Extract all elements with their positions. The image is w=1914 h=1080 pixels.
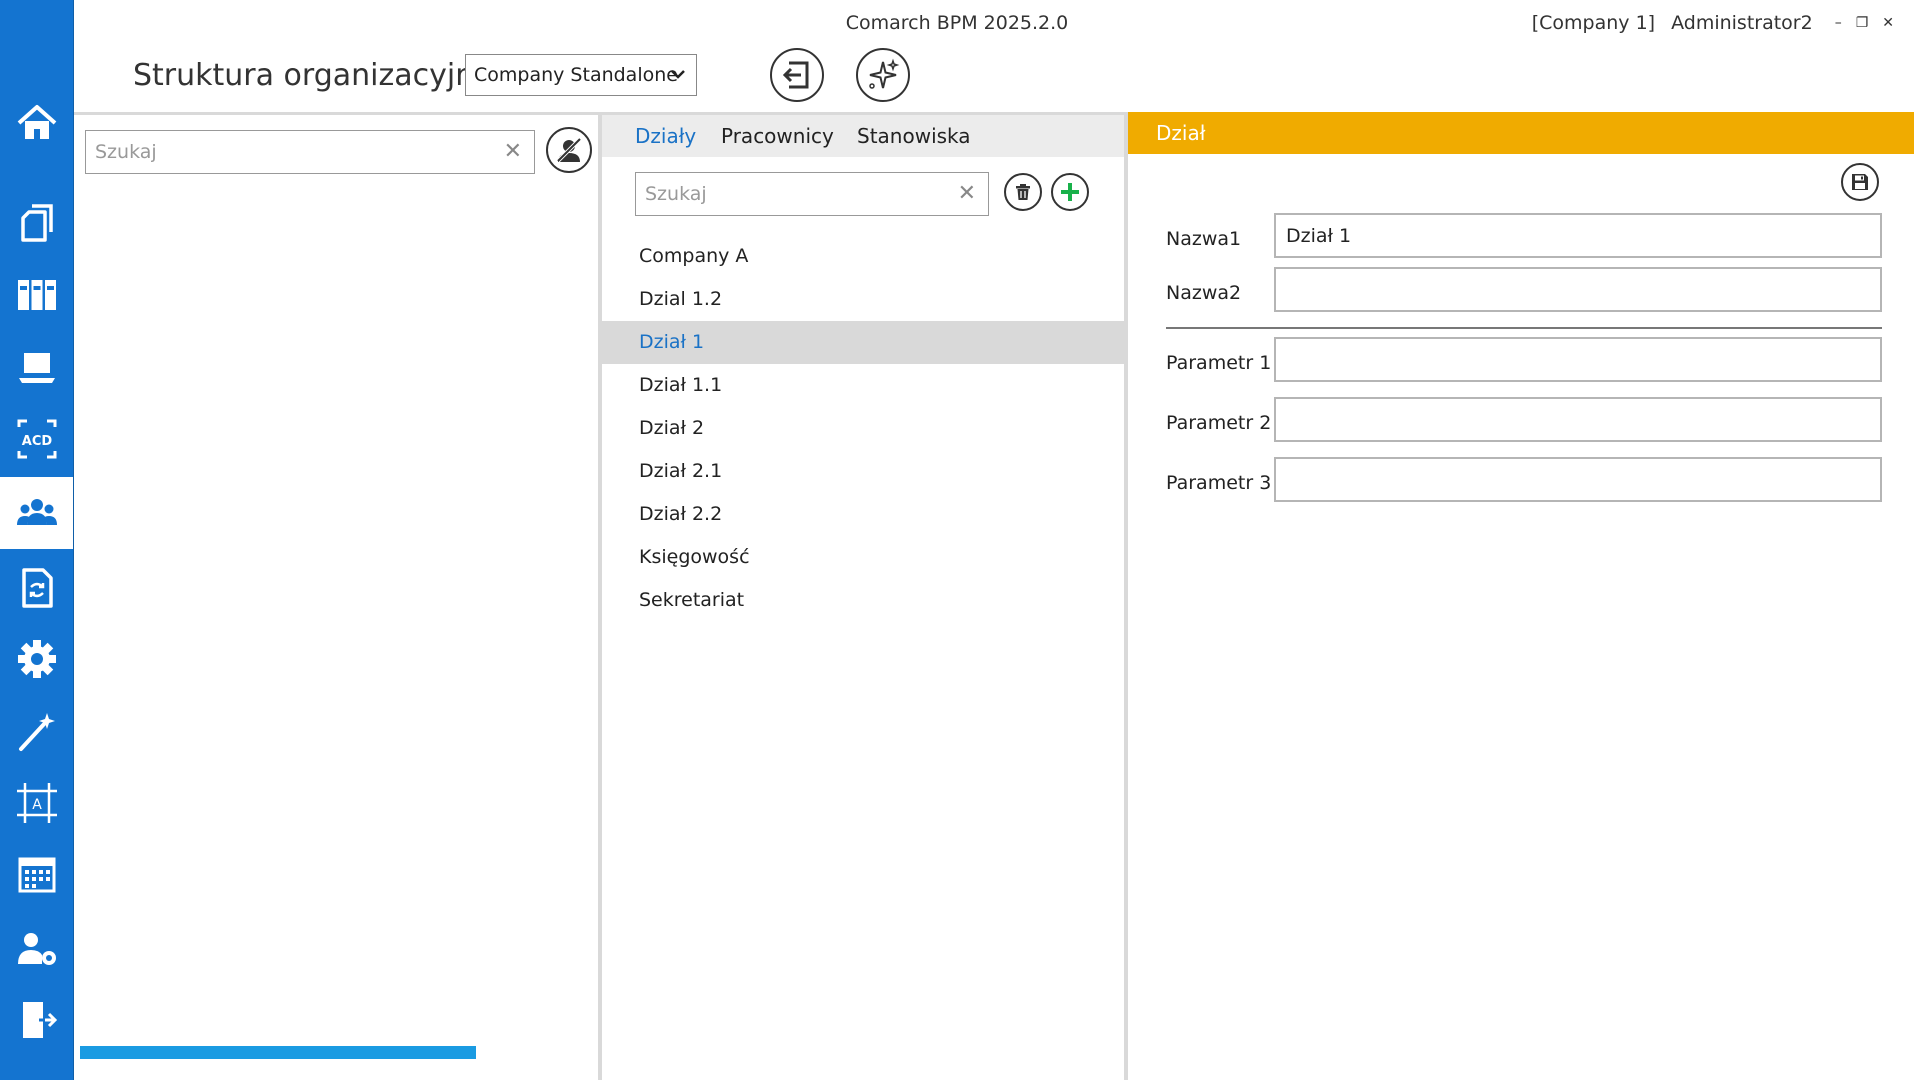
nav-documents[interactable] <box>0 186 73 258</box>
parametr2-field[interactable] <box>1274 397 1882 442</box>
list-item[interactable]: Company A <box>602 235 1124 278</box>
middle-panel: Działy Pracownicy Stanowiska Szukaj ✕ Co… <box>602 112 1128 1080</box>
nazwa1-field[interactable]: Dział 1 <box>1274 213 1882 258</box>
nav-settings[interactable] <box>0 623 73 695</box>
nazwa1-label: Nazwa1 <box>1166 228 1242 250</box>
list-item-selected[interactable]: Dział 1 <box>602 321 1124 364</box>
document-sync-icon <box>21 568 53 608</box>
gear-icon <box>17 640 56 678</box>
section-divider <box>1166 327 1882 329</box>
parametr1-field[interactable] <box>1274 337 1882 382</box>
users-icon <box>16 499 57 525</box>
user-settings-icon <box>17 933 56 965</box>
delete-button[interactable] <box>1004 173 1042 211</box>
user-slash-icon <box>556 137 582 163</box>
save-button[interactable] <box>1841 163 1879 201</box>
svg-text:A: A <box>32 797 42 813</box>
tab-dzialy[interactable]: Działy <box>635 124 696 148</box>
list-item[interactable]: Dział 2.1 <box>602 450 1124 493</box>
add-button[interactable] <box>1051 173 1089 211</box>
trash-icon <box>1016 184 1030 200</box>
nav-home[interactable] <box>0 87 73 159</box>
department-list: Company A Dzial 1.2 Dział 1 Dział 1.1 Dz… <box>602 235 1124 622</box>
current-user[interactable]: Administrator2 <box>1671 12 1813 34</box>
home-icon <box>17 105 56 139</box>
acd-icon: ACD <box>17 419 56 459</box>
nav-user-settings[interactable] <box>0 912 73 984</box>
restore-button[interactable]: ❐ <box>1856 15 1869 31</box>
floppy-disk-icon <box>1852 174 1868 190</box>
exit-door-icon <box>22 1002 57 1038</box>
department-search-placeholder: Szukaj <box>645 183 707 205</box>
left-search-clear-button[interactable]: ✕ <box>504 139 522 164</box>
list-item[interactable]: Księgowość <box>602 536 1124 579</box>
tab-pracownicy[interactable]: Pracownicy <box>721 124 834 148</box>
nav-exit[interactable] <box>0 984 73 1056</box>
nav-frame[interactable]: A <box>0 767 73 839</box>
parametr1-label: Parametr 1 <box>1166 352 1272 374</box>
company-select[interactable]: Company Standalone <box>465 54 697 96</box>
magic-wand-icon <box>18 713 55 751</box>
tab-stanowiska[interactable]: Stanowiska <box>857 124 971 148</box>
titlebar-right: [Company 1] Administrator2 – ❐ ✕ <box>1532 12 1894 34</box>
close-button[interactable]: ✕ <box>1882 15 1894 31</box>
plus-icon <box>1061 183 1079 201</box>
parametr2-label: Parametr 2 <box>1166 412 1272 434</box>
left-panel: Szukaj ✕ <box>74 112 602 1080</box>
nav-binders[interactable] <box>0 258 73 330</box>
nav-calendar[interactable] <box>0 839 73 911</box>
nav-acd[interactable]: ACD <box>0 403 73 475</box>
parametr3-field[interactable] <box>1274 457 1882 502</box>
nazwa2-label: Nazwa2 <box>1166 282 1242 304</box>
sparkle-button[interactable] <box>856 48 910 102</box>
tabs-strip: Działy Pracownicy Stanowiska <box>602 115 1124 157</box>
list-item[interactable]: Dział 2.2 <box>602 493 1124 536</box>
calendar-icon <box>18 857 55 893</box>
list-item[interactable]: Dział 1.1 <box>602 364 1124 407</box>
documents-icon <box>20 204 53 242</box>
frame-a-icon: A <box>16 783 57 823</box>
nav-users[interactable] <box>0 477 73 549</box>
department-search-clear-button[interactable]: ✕ <box>958 181 976 206</box>
section-header: Dział <box>1128 112 1914 154</box>
nav-wizard[interactable] <box>0 695 73 767</box>
list-item[interactable]: Sekretariat <box>602 579 1124 622</box>
nav-document-sync[interactable] <box>0 552 73 624</box>
laptop-icon <box>18 353 55 383</box>
parametr3-label: Parametr 3 <box>1166 472 1272 494</box>
user-filter-button[interactable] <box>546 127 592 173</box>
return-icon <box>782 61 809 89</box>
left-search-placeholder: Szukaj <box>95 141 157 163</box>
minimize-button[interactable]: – <box>1835 15 1842 31</box>
loading-progress-bar <box>80 1046 476 1059</box>
department-search-input[interactable]: Szukaj ✕ <box>635 172 989 216</box>
list-item[interactable]: Dział 2 <box>602 407 1124 450</box>
back-button[interactable] <box>770 48 824 102</box>
left-navigation: ACD A <box>0 0 74 1080</box>
page-title: Struktura organizacyjna <box>133 58 493 93</box>
left-search-input[interactable]: Szukaj ✕ <box>85 130 535 174</box>
right-panel: Dział Nazwa1 Dział 1 Nazwa2 Parametr 1 P… <box>1128 112 1914 1080</box>
nav-laptop[interactable] <box>0 331 73 403</box>
current-company: [Company 1] <box>1531 12 1656 34</box>
company-select-value: Company Standalone <box>474 64 678 86</box>
nazwa2-field[interactable] <box>1274 267 1882 312</box>
svg-text:ACD: ACD <box>21 434 52 449</box>
binders-icon <box>17 280 56 310</box>
chevron-down-icon <box>671 70 685 79</box>
list-item[interactable]: Dzial 1.2 <box>602 278 1124 321</box>
sparkles-icon <box>869 58 900 89</box>
